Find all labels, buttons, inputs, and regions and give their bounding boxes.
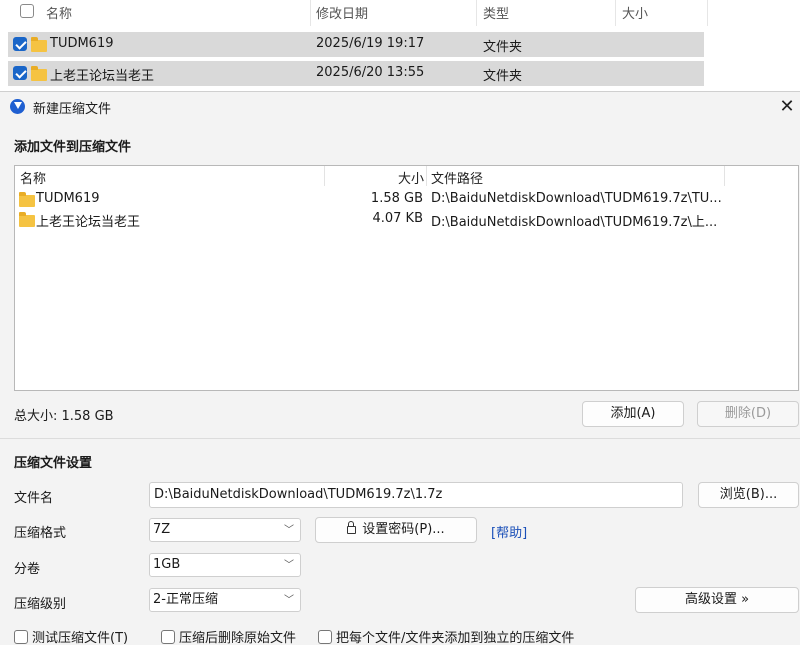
- header-path[interactable]: 文件路径: [431, 168, 483, 187]
- format-select[interactable]: 7Z ﹀: [149, 518, 301, 542]
- row-type: 文件夹: [483, 69, 523, 84]
- option-label: 把每个文件/文件夹添加到独立的压缩文件: [336, 631, 575, 645]
- file-name: TUDM619: [36, 191, 100, 206]
- row-type: 文件夹: [483, 40, 523, 55]
- test-archive-checkbox[interactable]: [14, 630, 28, 644]
- column-type[interactable]: 类型: [483, 3, 509, 22]
- file-list[interactable]: 名称 大小 文件路径 TUDM619 1.58 GB D:\BaiduNetdi…: [14, 165, 799, 391]
- folder-icon: [31, 37, 47, 52]
- filename-input[interactable]: D:\BaiduNetdiskDownload\TUDM619.7z\1.7z: [149, 482, 683, 508]
- new-archive-dialog: 新建压缩文件 ✕ 添加文件到压缩文件 名称 大小 文件路径 TUDM619 1.…: [0, 91, 800, 645]
- column-separator[interactable]: [615, 0, 616, 26]
- section-divider: [0, 438, 800, 439]
- row-name: 上老王论坛当老王: [50, 69, 155, 84]
- dialog-title: 新建压缩文件: [33, 102, 112, 117]
- add-files-section-title: 添加文件到压缩文件: [14, 140, 132, 155]
- option-separate-archives[interactable]: 把每个文件/文件夹添加到独立的压缩文件: [318, 627, 574, 645]
- folder-icon: [19, 192, 35, 207]
- volume-value: 1GB: [153, 557, 181, 572]
- format-label: 压缩格式: [14, 526, 67, 541]
- header-separator[interactable]: [724, 166, 725, 186]
- delete-button[interactable]: 删除(D): [697, 401, 799, 427]
- column-separator[interactable]: [310, 0, 311, 26]
- row-checkbox[interactable]: [13, 66, 27, 80]
- explorer-row[interactable]: 上老王论坛当老王 2025/6/20 13:55 文件夹: [8, 61, 704, 86]
- chevron-down-icon: ﹀: [284, 525, 294, 536]
- file-list-header: 名称 大小 文件路径: [15, 166, 798, 187]
- set-password-button[interactable]: 设置密码(P)...: [315, 517, 477, 543]
- explorer-row[interactable]: TUDM619 2025/6/19 19:17 文件夹: [8, 32, 704, 57]
- header-size[interactable]: 大小: [398, 168, 424, 187]
- advanced-settings-button[interactable]: 高级设置 »: [635, 587, 799, 613]
- option-label: 测试压缩文件(T): [32, 631, 129, 645]
- level-value: 2-正常压缩: [153, 592, 218, 607]
- delete-source-checkbox[interactable]: [161, 630, 175, 644]
- option-label: 压缩后删除原始文件: [179, 631, 297, 645]
- level-select[interactable]: 2-正常压缩 ﹀: [149, 588, 301, 612]
- option-delete-source[interactable]: 压缩后删除原始文件: [161, 627, 296, 645]
- file-path: D:\BaiduNetdiskDownload\TUDM619.7z\上...: [431, 215, 718, 230]
- column-modified-date[interactable]: 修改日期: [316, 3, 368, 22]
- column-separator[interactable]: [476, 0, 477, 26]
- format-value: 7Z: [153, 522, 171, 537]
- set-password-label: 设置密码(P)...: [362, 522, 445, 537]
- header-name[interactable]: 名称: [20, 168, 46, 187]
- row-checkbox[interactable]: [13, 37, 27, 51]
- option-test-archive[interactable]: 测试压缩文件(T): [14, 627, 128, 645]
- lock-icon: [347, 521, 357, 534]
- browse-button[interactable]: 浏览(B)...: [698, 482, 799, 508]
- file-list-row[interactable]: 上老王论坛当老王 4.07 KB D:\BaiduNetdiskDownload…: [15, 209, 798, 230]
- volume-label: 分卷: [14, 562, 41, 577]
- chevron-down-icon: ﹀: [284, 560, 294, 571]
- header-separator[interactable]: [426, 166, 427, 186]
- file-size: 1.58 GB: [370, 191, 423, 206]
- column-size[interactable]: 大小: [622, 3, 648, 22]
- archive-settings-section-title: 压缩文件设置: [14, 456, 93, 471]
- file-path: D:\BaiduNetdiskDownload\TUDM619.7z\TU...: [431, 191, 722, 206]
- folder-icon: [19, 212, 35, 227]
- volume-select[interactable]: 1GB ﹀: [149, 553, 301, 577]
- file-explorer: 名称 修改日期 类型 大小 TUDM619 2025/6/19 19:17 文件…: [0, 0, 800, 96]
- select-all-checkbox[interactable]: [20, 4, 34, 18]
- folder-icon: [31, 66, 47, 81]
- row-date: 2025/6/20 13:55: [316, 65, 425, 80]
- filename-label: 文件名: [14, 491, 54, 506]
- dialog-titlebar[interactable]: 新建压缩文件 ✕: [0, 92, 800, 122]
- close-button[interactable]: ✕: [774, 94, 800, 120]
- level-label: 压缩级别: [14, 597, 67, 612]
- row-date: 2025/6/19 19:17: [316, 36, 425, 51]
- file-name: 上老王论坛当老王: [36, 215, 141, 230]
- file-size: 4.07 KB: [372, 211, 423, 226]
- total-size: 总大小: 1.58 GB: [14, 409, 114, 424]
- column-name[interactable]: 名称: [46, 3, 72, 22]
- separate-archives-checkbox[interactable]: [318, 630, 332, 644]
- app-logo-icon: [10, 99, 25, 114]
- help-link[interactable]: [帮助]: [491, 522, 527, 541]
- chevron-down-icon: ﹀: [284, 595, 294, 606]
- column-separator[interactable]: [707, 0, 708, 26]
- row-name: TUDM619: [50, 36, 114, 51]
- explorer-column-header: 名称 修改日期 类型 大小: [0, 0, 710, 26]
- header-separator[interactable]: [324, 166, 325, 186]
- add-button[interactable]: 添加(A): [582, 401, 684, 427]
- file-list-row[interactable]: TUDM619 1.58 GB D:\BaiduNetdiskDownload\…: [15, 189, 798, 209]
